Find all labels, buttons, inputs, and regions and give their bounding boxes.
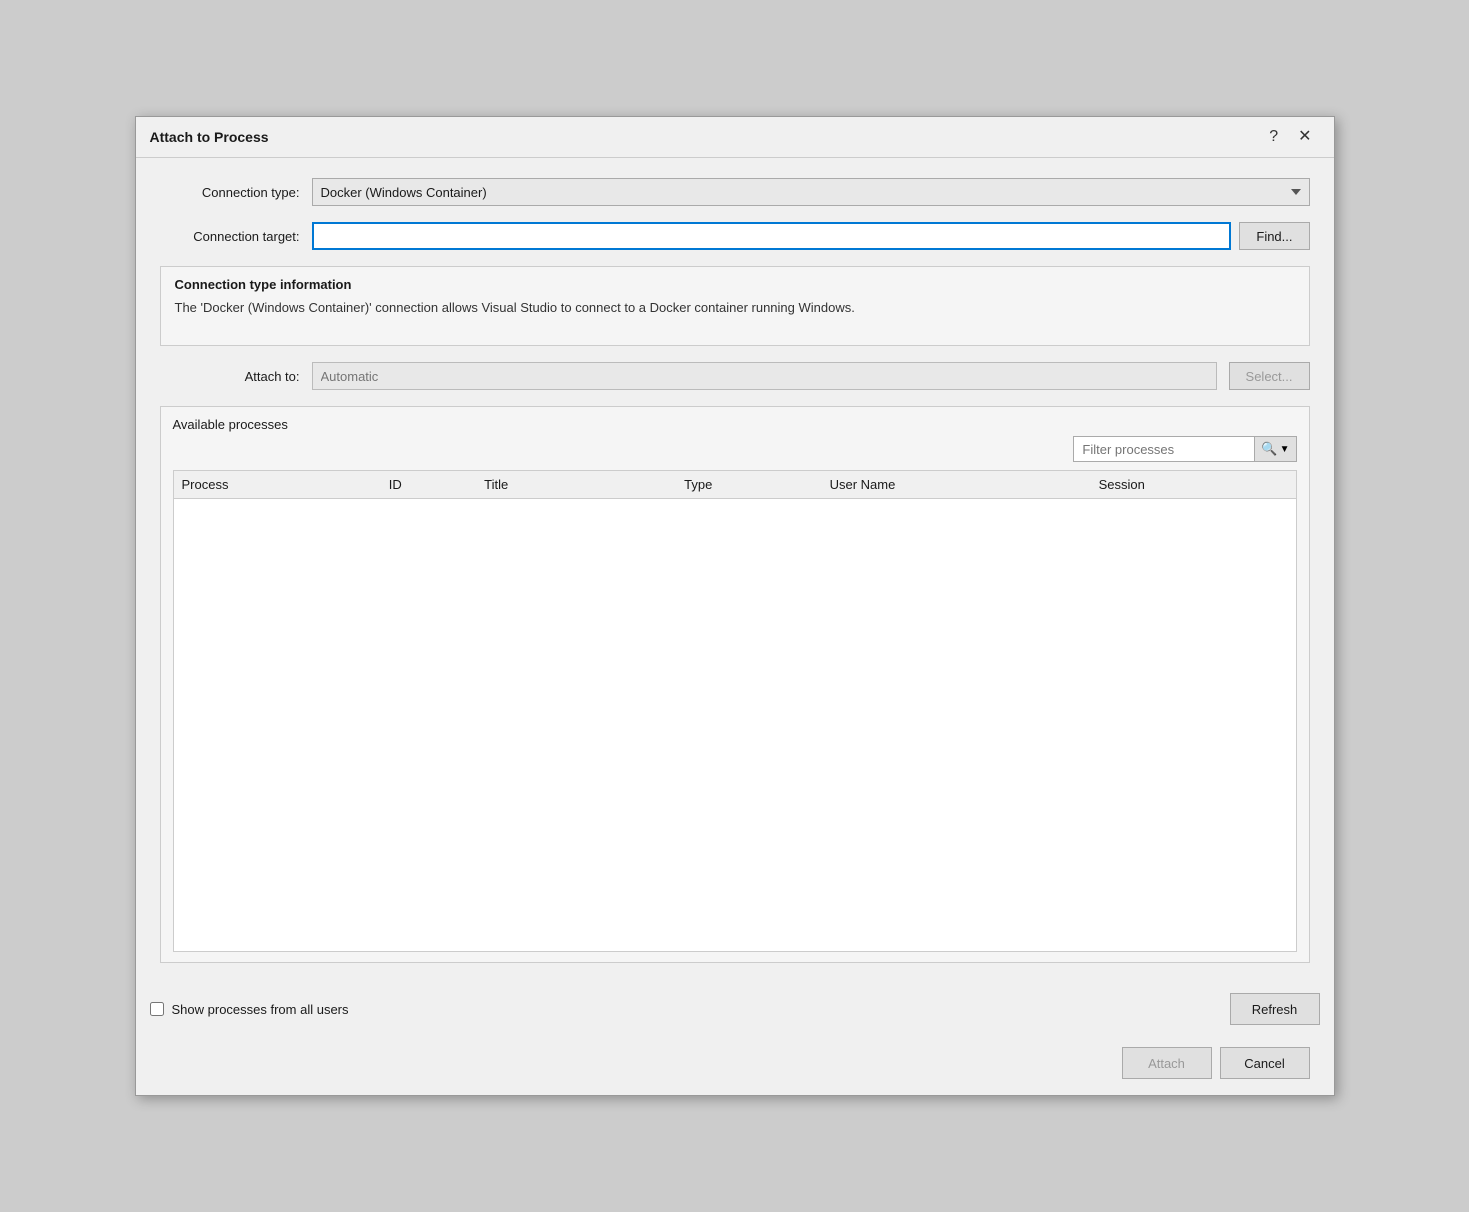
filter-search-button[interactable]: 🔍 ▼ [1254,437,1295,461]
col-session: Session [1091,471,1296,499]
process-table: Process ID Title Type User Name Session [174,471,1296,499]
attach-to-row: Attach to: Select... [160,362,1310,390]
connection-target-row: Connection target: Find... [160,222,1310,250]
connection-target-control: Find... [312,222,1310,250]
attach-to-process-dialog: Attach to Process ? ✕ Connection type: D… [135,116,1335,1096]
dialog-body: Connection type: Docker (Windows Contain… [136,158,1334,983]
connection-type-row: Connection type: Docker (Windows Contain… [160,178,1310,206]
col-type: Type [676,471,821,499]
connection-type-label: Connection type: [160,185,300,200]
search-icon: 🔍 [1261,441,1277,457]
title-bar-buttons: ? ✕ [1261,127,1319,147]
show-all-users-checkbox[interactable] [150,1002,164,1016]
connection-info-box: Connection type information The 'Docker … [160,266,1310,346]
connection-target-label: Connection target: [160,229,300,244]
col-id: ID [381,471,476,499]
available-processes-section: Available processes 🔍 ▼ Process [160,406,1310,963]
cancel-button[interactable]: Cancel [1220,1047,1310,1079]
available-processes-label: Available processes [173,417,1297,432]
info-box-text: The 'Docker (Windows Container)' connect… [175,298,1295,318]
select-button[interactable]: Select... [1229,362,1310,390]
attach-button[interactable]: Attach [1122,1047,1212,1079]
connection-target-input[interactable] [312,222,1232,250]
find-button[interactable]: Find... [1239,222,1309,250]
footer-buttons: Attach Cancel [136,1035,1334,1095]
refresh-button[interactable]: Refresh [1230,993,1320,1025]
filter-row: 🔍 ▼ [173,436,1297,462]
dialog-title-area: Attach to Process [150,129,269,145]
filter-dropdown-icon: ▼ [1280,444,1290,455]
col-username: User Name [822,471,1091,499]
col-process: Process [174,471,381,499]
show-all-users-container: Show processes from all users [150,1002,349,1017]
table-header-row: Process ID Title Type User Name Session [174,471,1296,499]
connection-type-dropdown[interactable]: Docker (Windows Container) [312,178,1310,206]
attach-to-label: Attach to: [160,369,300,384]
show-all-users-label: Show processes from all users [172,1002,349,1017]
process-table-container[interactable]: Process ID Title Type User Name Session [173,470,1297,952]
info-box-title: Connection type information [175,277,1295,292]
connection-type-control: Docker (Windows Container) [312,178,1310,206]
title-bar: Attach to Process ? ✕ [136,117,1334,158]
filter-processes-input[interactable] [1074,437,1254,461]
col-title: Title [476,471,676,499]
close-button[interactable]: ✕ [1290,127,1319,147]
help-button[interactable]: ? [1261,127,1286,147]
filter-container: 🔍 ▼ [1073,436,1296,462]
dialog-title: Attach to Process [150,129,269,145]
bottom-bar: Show processes from all users Refresh [136,983,1334,1035]
attach-to-input [312,362,1217,390]
